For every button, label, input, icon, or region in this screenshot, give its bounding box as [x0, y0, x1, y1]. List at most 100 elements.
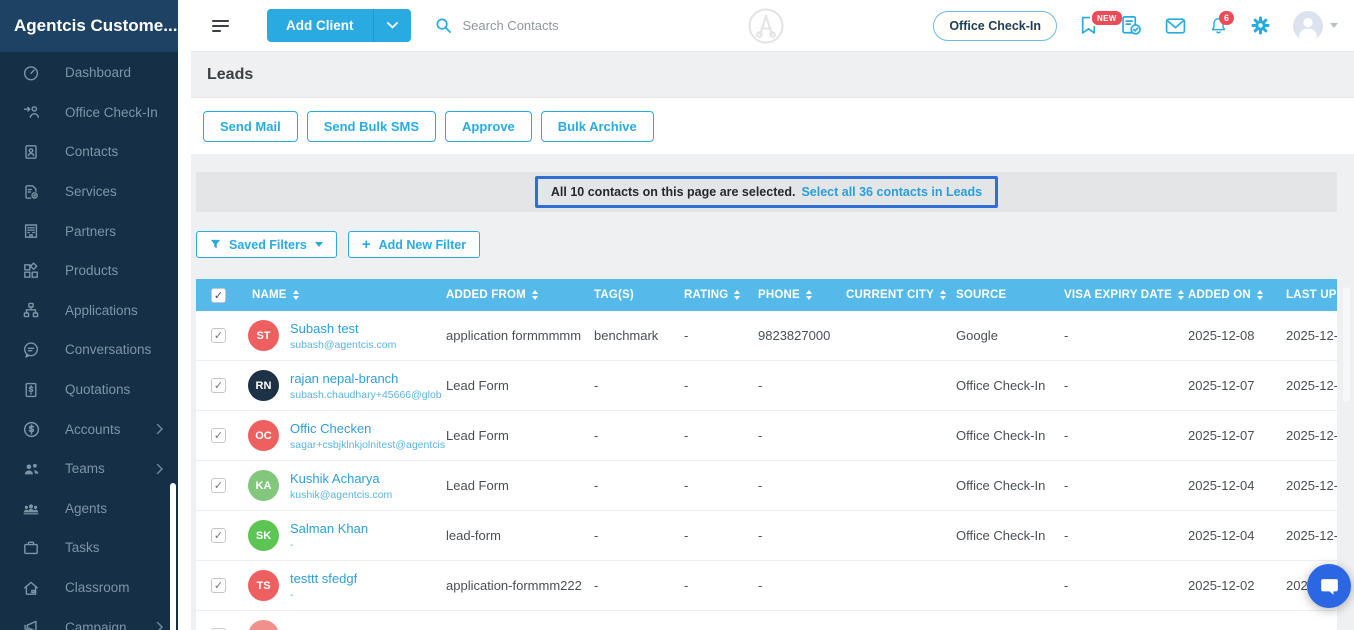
sidebar-item-services[interactable]: Services — [0, 172, 178, 212]
column-header-visa-expiry-date[interactable]: VISA EXPIRY DATE — [1064, 289, 1188, 301]
sort-icon[interactable] — [806, 290, 812, 300]
added-from-cell: Lead Form — [446, 428, 594, 443]
menu-toggle-icon[interactable] — [208, 16, 233, 36]
added-on-cell: 2025-12-04 — [1188, 528, 1286, 543]
sort-icon[interactable] — [1257, 290, 1263, 300]
settings-gear-icon[interactable] — [1251, 16, 1270, 35]
table-header-row: ✓ NAMEADDED FROM TAG(S) RATINGPHONECURRENT … — [196, 279, 1337, 311]
column-header-phone[interactable]: PHONE — [758, 289, 846, 301]
sidebar-item-accounts[interactable]: Accounts — [0, 409, 178, 449]
table-scrollbar-thumb[interactable] — [1343, 287, 1350, 402]
bulk-archive-button[interactable]: Bulk Archive — [541, 111, 654, 142]
dashboard-icon — [21, 63, 41, 83]
notifications-bell-icon[interactable]: 6 — [1209, 16, 1228, 36]
filters-row: Saved Filters + Add New Filter — [196, 231, 1354, 258]
row-checkbox[interactable]: ✓ — [211, 428, 226, 443]
search-bar[interactable]: Search Contacts — [435, 17, 559, 34]
tags-cell: - — [594, 428, 684, 443]
spacer — [191, 154, 1354, 172]
sidebar-item-teams[interactable]: Teams — [0, 449, 178, 489]
sidebar-item-campaign[interactable]: Campaign — [0, 607, 178, 630]
row-checkbox[interactable]: ✓ — [211, 478, 226, 493]
added-from-cell: Lead Form — [446, 478, 594, 493]
phone-cell: - — [758, 528, 846, 543]
column-header-name[interactable]: NAME — [240, 289, 446, 301]
visa-expiry-cell: - — [1064, 328, 1188, 343]
table-row: ✓ RN rajan nepal-branch subash.chaudhary… — [196, 361, 1337, 411]
sidebar-item-label: Classroom — [65, 580, 130, 595]
sidebar-item-contacts[interactable]: Contacts — [0, 132, 178, 172]
lead-avatar: TS — [248, 570, 279, 601]
chevron-right-icon — [156, 463, 164, 475]
row-checkbox[interactable]: ✓ — [211, 528, 226, 543]
sidebar-item-dashboard[interactable]: Dashboard — [0, 53, 178, 93]
sidebar-scrollbar-thumb[interactable] — [170, 483, 176, 630]
sidebar-item-applications[interactable]: Applications — [0, 291, 178, 331]
sort-icon[interactable] — [734, 290, 740, 300]
select-all-checkbox[interactable]: ✓ — [211, 288, 226, 303]
lead-avatar: TG — [248, 620, 279, 630]
user-menu[interactable] — [1293, 11, 1338, 41]
column-header-added-on[interactable]: ADDED ON — [1188, 289, 1286, 301]
source-cell: Office Check-In — [956, 378, 1064, 393]
user-avatar[interactable] — [1293, 11, 1323, 41]
lead-name-link[interactable]: Salman Khan — [290, 521, 368, 536]
lead-avatar: RN — [248, 370, 279, 401]
select-all-link[interactable]: Select all 36 contacts in Leads — [801, 185, 982, 199]
lead-name-link[interactable]: Kushik Acharya — [290, 471, 392, 486]
rating-cell: - — [684, 528, 758, 543]
lead-name-link[interactable]: testtt sfedgf — [290, 571, 357, 586]
sidebar-item-partners[interactable]: Partners — [0, 211, 178, 251]
chat-bubble-icon — [1319, 576, 1340, 597]
sidebar-nav: Dashboard Office Check-In Contacts Servi… — [0, 52, 178, 630]
lead-name-link[interactable]: rajan nepal-branch — [290, 371, 442, 386]
sidebar-item-office-check-in[interactable]: Office Check-In — [0, 93, 178, 133]
send-bulk-sms-button[interactable]: Send Bulk SMS — [307, 111, 436, 142]
sidebar-item-conversations[interactable]: Conversations — [0, 330, 178, 370]
column-header-added-from[interactable]: ADDED FROM — [446, 289, 594, 301]
sort-icon[interactable] — [293, 290, 299, 300]
lead-name-link[interactable]: Offic Checken — [290, 421, 445, 436]
visa-expiry-cell: - — [1064, 578, 1188, 593]
mail-icon[interactable] — [1165, 17, 1186, 35]
add-new-filter-button[interactable]: + Add New Filter — [348, 231, 480, 258]
row-checkbox[interactable]: ✓ — [211, 328, 226, 343]
visa-expiry-cell: - — [1064, 478, 1188, 493]
sort-icon[interactable] — [940, 290, 946, 300]
last-updated-cell: 2025-12-0 — [1286, 378, 1337, 393]
lead-name-link[interactable]: Subash test — [290, 321, 396, 336]
column-label: TAG(S) — [594, 289, 634, 301]
column-header-last-updated: LAST UPD — [1286, 289, 1337, 301]
sort-icon[interactable] — [1178, 290, 1184, 300]
added-from-cell: lead-form — [446, 528, 594, 543]
column-label: VISA EXPIRY DATE — [1064, 289, 1172, 301]
office-checkin-button[interactable]: Office Check-In — [933, 11, 1057, 41]
send-mail-button[interactable]: Send Mail — [203, 111, 298, 142]
lead-email: - — [290, 589, 357, 601]
whats-new-icon[interactable]: NEW — [1080, 16, 1097, 35]
row-checkbox[interactable]: ✓ — [211, 578, 226, 593]
sidebar-item-quotations[interactable]: Quotations — [0, 370, 178, 410]
sidebar-item-label: Office Check-In — [65, 105, 158, 120]
campaign-icon — [21, 617, 41, 630]
sidebar-item-classroom[interactable]: Classroom — [0, 568, 178, 608]
saved-filters-button[interactable]: Saved Filters — [196, 231, 337, 258]
visa-expiry-cell: - — [1064, 378, 1188, 393]
column-header-rating[interactable]: RATING — [684, 289, 758, 301]
row-checkbox[interactable]: ✓ — [211, 378, 226, 393]
approve-button[interactable]: Approve — [445, 111, 532, 142]
selection-message: All 10 contacts on this page are selecte… — [551, 185, 796, 199]
add-client-button[interactable]: Add Client — [267, 9, 411, 42]
sidebar-item-products[interactable]: Products — [0, 251, 178, 291]
sort-icon[interactable] — [532, 290, 538, 300]
sidebar-item-label: Contacts — [65, 144, 118, 159]
document-check-icon[interactable] — [1120, 15, 1142, 37]
column-header-current-city[interactable]: CURRENT CITY — [846, 289, 956, 301]
source-cell: Office Check-In — [956, 528, 1064, 543]
sidebar-item-agents[interactable]: Agents — [0, 489, 178, 529]
chat-launcher-button[interactable] — [1307, 564, 1351, 608]
tags-cell: - — [594, 378, 684, 393]
chevron-down-icon[interactable] — [374, 9, 411, 42]
column-label: ADDED FROM — [446, 289, 526, 301]
sidebar-item-tasks[interactable]: Tasks — [0, 528, 178, 568]
